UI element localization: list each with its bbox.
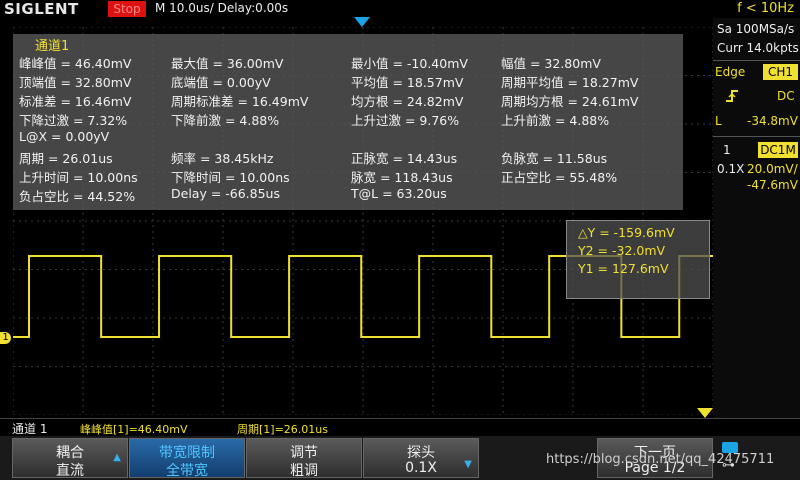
run-stop-status[interactable]: Stop (108, 1, 146, 17)
measurement-value: 正占空比 = 55.48% (501, 170, 618, 185)
trigger-position-marker-icon[interactable] (354, 17, 370, 27)
trigger-type[interactable]: Edge (715, 65, 745, 79)
measurement-value: 标准差 = 16.46mV (19, 94, 132, 109)
measurement-value: 最小值 = -10.40mV (351, 56, 468, 71)
cursor-y1: Y1 = 127.6mV (578, 261, 669, 276)
measurement-value: 下降时间 = 10.00ns (171, 170, 290, 185)
measurement-value: 平均值 = 18.57mV (351, 75, 464, 90)
menu-value: 粗调 (290, 463, 318, 479)
probe-ratio: 0.1X (717, 162, 745, 176)
trigger-level-marker-icon[interactable] (697, 408, 713, 418)
volts-per-div[interactable]: 20.0mV/ (747, 162, 798, 176)
menu-label: 探头 (407, 445, 435, 461)
menu-label: 耦合 (56, 445, 84, 461)
timebase-readout: M 10.0us/ Delay:0.00s (155, 1, 289, 15)
trigger-level-value[interactable]: -34.8mV (747, 114, 798, 128)
probe-menu-button[interactable]: 探头 0.1X ▼ (363, 438, 479, 478)
measurement-panel: 通道1 峰峰值 = 46.40mV 最大值 = 36.00mV 最小值 = -10.… (13, 34, 683, 210)
ch1-ground-marker-icon[interactable]: 1 (0, 332, 11, 344)
rising-edge-icon (725, 88, 739, 107)
active-channel-label: 通道 1 (12, 422, 48, 436)
channel-coupling[interactable]: DC1M (758, 142, 798, 158)
measurement-value: 周期标准差 = 16.49mV (171, 94, 309, 109)
trigger-coupling[interactable]: DC (777, 89, 795, 103)
menu-label: 带宽限制 (159, 445, 215, 461)
measurement-value: 负占空比 = 44.52% (19, 189, 136, 204)
cursor-readout-box: △Y = -159.6mV Y2 = -32.0mV Y1 = 127.6mV (566, 220, 710, 299)
right-info-panel: Sa 100MSa/s Curr 14.0kpts Edge CH1 DC L … (713, 18, 800, 418)
measurement-value: 脉宽 = 118.43us (351, 170, 453, 185)
trigger-level-label: L (715, 114, 722, 128)
measurement-value: 周期 = 26.01us (19, 151, 113, 166)
measurement-value: 频率 = 38.45kHz (171, 151, 274, 166)
brand-logo: SIGLENT (4, 0, 79, 18)
measurement-value: T@L = 63.20us (351, 186, 447, 201)
measurement-value: Delay = -66.85us (171, 186, 280, 201)
measurement-title: 通道1 (35, 39, 70, 54)
trigger-source[interactable]: CH1 (763, 64, 798, 80)
watermark-text: https://blog.csdn.net/qq_42475711 (546, 452, 775, 467)
menu-value: 0.1X (405, 460, 437, 476)
measurement-value: 上升前激 = 4.88% (501, 113, 610, 128)
measurement-value: 周期均方根 = 24.61mV (501, 94, 639, 109)
measurement-value: 下降过激 = 7.32% (19, 113, 128, 128)
up-arrow-icon: ▲ (113, 452, 121, 463)
measurement-value: 均方根 = 24.82mV (351, 94, 464, 109)
channel-number: 1 (723, 143, 731, 157)
status-measure-1: 峰峰值[1]=46.40mV (80, 423, 188, 436)
measurement-value: 幅值 = 32.80mV (501, 56, 601, 71)
measurement-value: L@X = 0.00yV (19, 129, 110, 144)
cursor-delta-y: △Y = -159.6mV (578, 225, 675, 240)
cursor-y2: Y2 = -32.0mV (578, 243, 666, 258)
status-measure-2: 周期[1]=26.01us (237, 423, 328, 436)
adjust-menu-button[interactable]: 调节 粗调 (246, 438, 362, 479)
measurement-value: 正脉宽 = 14.43us (351, 151, 458, 166)
menu-label: 调节 (290, 445, 318, 461)
measurement-value: 上升时间 = 10.00ns (19, 170, 138, 185)
bandwidth-limit-menu-button[interactable]: 带宽限制 全带宽 (129, 438, 245, 479)
measurement-value: 下降前激 = 4.88% (171, 113, 280, 128)
measurement-value: 上升过激 = 9.76% (351, 113, 460, 128)
measure-status-bar: 通道 1 峰峰值[1]=46.40mV 周期[1]=26.01us (0, 418, 800, 436)
measurement-value: 峰峰值 = 46.40mV (19, 56, 132, 71)
measurement-value: 周期平均值 = 18.27mV (501, 75, 639, 90)
measurement-value: 底端值 = 0.00yV (171, 75, 271, 90)
measurement-value: 负脉宽 = 11.58us (501, 151, 608, 166)
measurement-value: 最大值 = 36.00mV (171, 56, 284, 71)
menu-value: 直流 (56, 463, 84, 479)
down-arrow-icon: ▼ (464, 459, 472, 470)
menu-value: 全带宽 (166, 463, 208, 479)
sample-rate: Sa 100MSa/s (717, 22, 795, 36)
measurement-value: 顶端值 = 32.80mV (19, 75, 132, 90)
channel-offset[interactable]: -47.6mV (747, 178, 798, 192)
trigger-frequency: f < 10Hz (737, 1, 794, 16)
coupling-menu-button[interactable]: 耦合 直流 ▲ (12, 438, 128, 479)
memory-depth: Curr 14.0kpts (717, 41, 799, 55)
top-status-bar: SIGLENT Stop M 10.0us/ Delay:0.00s f < 1… (0, 0, 800, 18)
